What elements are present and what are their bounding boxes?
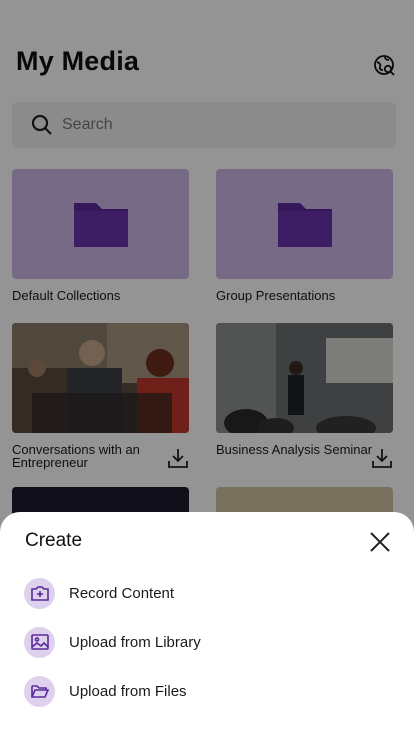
image-icon [24,626,55,658]
action-label: Upload from Library [69,633,201,651]
folder-open-icon [24,675,55,707]
create-bottom-sheet: Create Record Content Upload from Librar… [0,512,414,736]
close-button[interactable] [368,530,392,554]
upload-from-files-action[interactable]: Upload from Files [24,674,384,708]
camera-plus-icon [24,577,55,609]
sheet-title: Create [25,530,83,551]
close-icon [370,532,390,552]
action-label: Record Content [69,584,175,602]
upload-from-library-action[interactable]: Upload from Library [24,625,384,659]
action-label: Upload from Files [69,682,187,700]
record-content-action[interactable]: Record Content [24,576,384,610]
